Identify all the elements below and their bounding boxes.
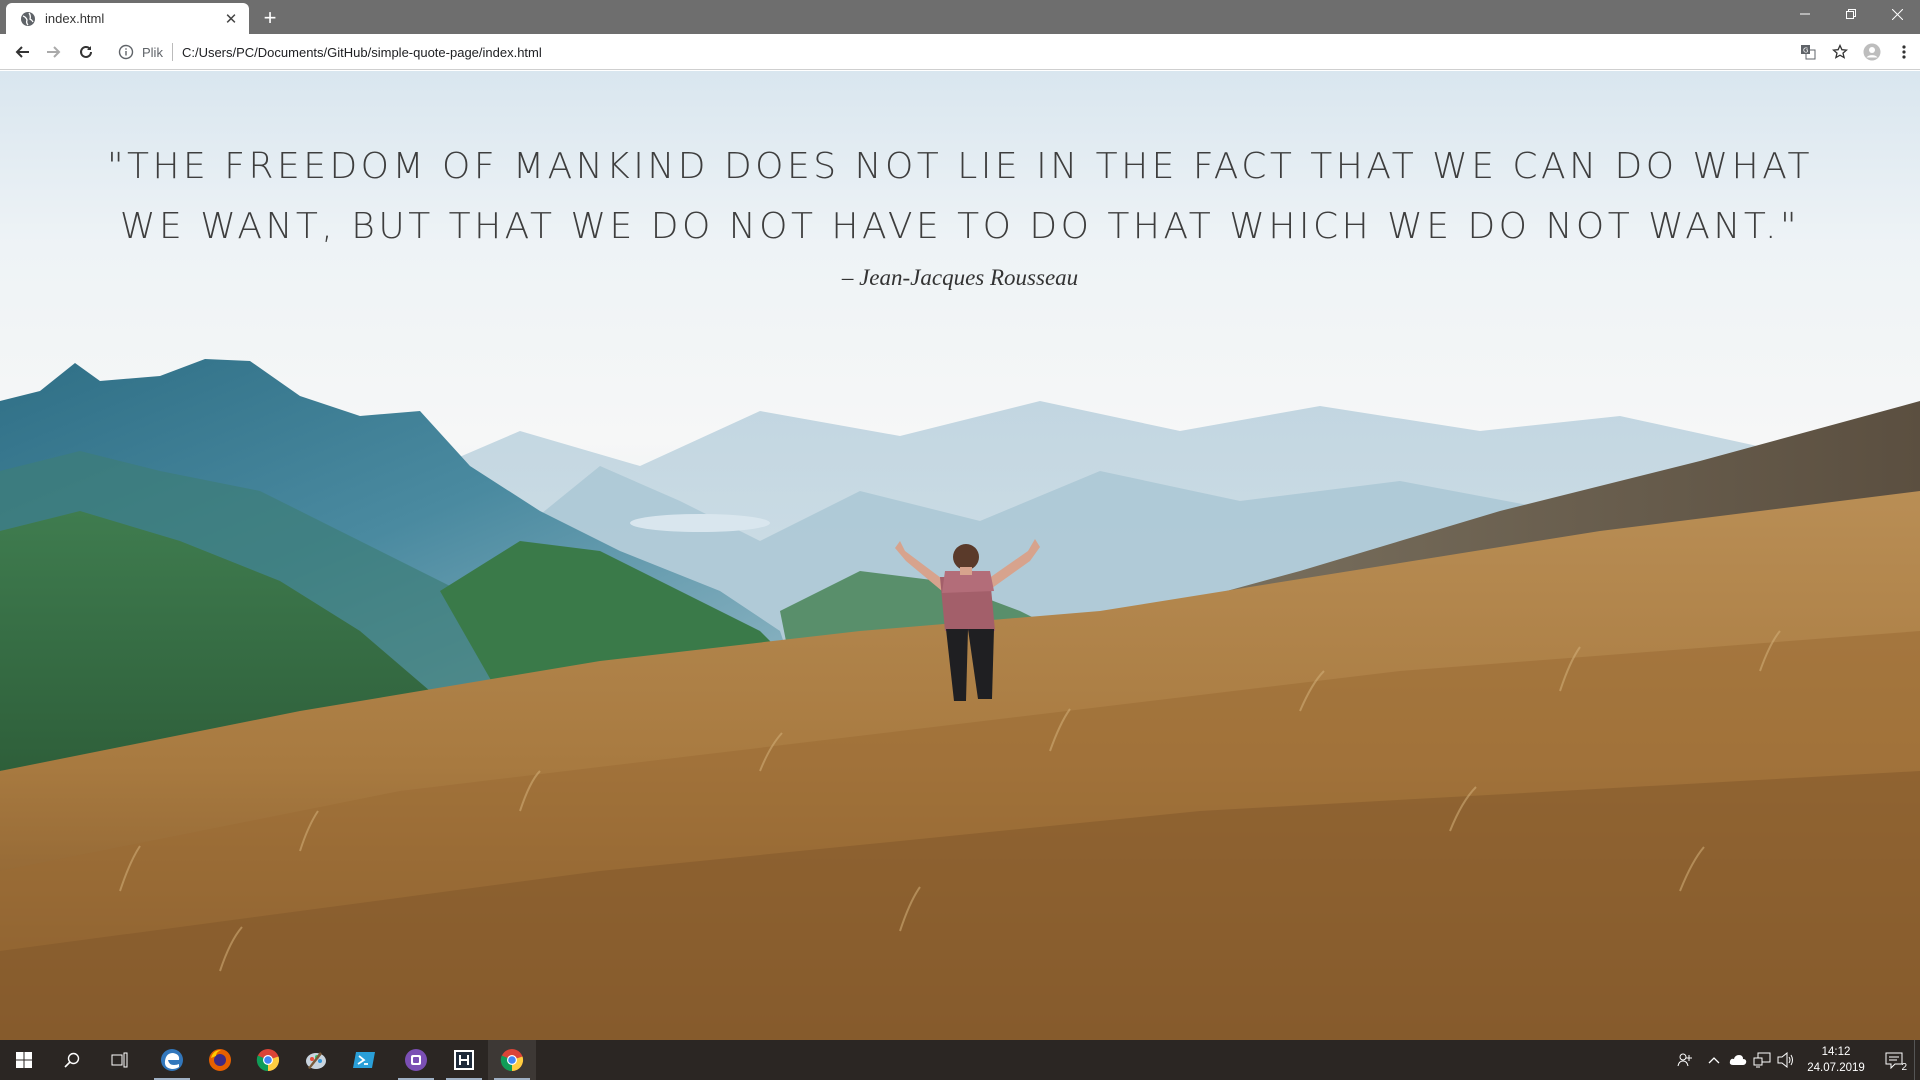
volume-button[interactable] — [1774, 1040, 1798, 1080]
people-icon — [1677, 1053, 1692, 1067]
cloud-icon — [1729, 1055, 1747, 1065]
globe-icon — [21, 11, 35, 26]
show-desktop-button[interactable] — [1914, 1040, 1920, 1080]
network-button[interactable] — [1750, 1040, 1774, 1080]
task-view-icon — [111, 1052, 128, 1068]
restore-icon — [1846, 9, 1856, 19]
tab-strip: index.html ✕ + — [0, 0, 1920, 34]
taskbar-app-edge[interactable] — [148, 1040, 196, 1080]
svg-text:G: G — [1803, 47, 1808, 55]
forward-arrow-icon — [47, 46, 61, 58]
search-button[interactable] — [48, 1040, 96, 1080]
clock-time: 14:12 — [1821, 1046, 1851, 1058]
chrome-icon — [256, 1049, 280, 1072]
speaker-icon — [1777, 1052, 1793, 1068]
avatar-icon — [1863, 43, 1881, 61]
back-arrow-icon — [15, 46, 29, 58]
close-icon — [1891, 8, 1903, 20]
taskbar-app-firefox[interactable] — [196, 1040, 244, 1080]
back-button[interactable] — [10, 40, 34, 64]
menu-button[interactable] — [1888, 40, 1920, 64]
profile-button[interactable] — [1856, 40, 1888, 64]
taskbar-app-visual-studio[interactable] — [392, 1040, 440, 1080]
address-bar[interactable]: Plik C:/Users/PC/Documents/GitHub/simple… — [108, 38, 1808, 66]
taskbar-app-chrome[interactable] — [244, 1040, 292, 1080]
minimize-button[interactable] — [1782, 0, 1828, 28]
edge-icon — [161, 1049, 183, 1071]
star-icon — [1832, 44, 1848, 59]
show-hidden-icons-button[interactable] — [1702, 1040, 1726, 1080]
notification-badge: 2 — [1901, 1062, 1907, 1073]
windows-logo-icon — [16, 1052, 32, 1068]
scheme-label: Plik — [142, 44, 163, 60]
address-separator — [171, 43, 173, 61]
chrome-icon — [500, 1049, 524, 1072]
paint-icon — [306, 1052, 326, 1069]
taskbar-app-unity[interactable] — [440, 1040, 488, 1080]
clock-date: 24.07.2019 — [1807, 1062, 1865, 1074]
browser-toolbar: Plik C:/Users/PC/Documents/GitHub/simple… — [0, 34, 1920, 70]
taskbar-app-chrome-active[interactable] — [488, 1040, 536, 1080]
onedrive-button[interactable] — [1726, 1040, 1750, 1080]
system-clock[interactable]: 14:12 24.07.2019 — [1798, 1044, 1874, 1076]
notification-icon — [1885, 1052, 1903, 1069]
people-button[interactable] — [1668, 1040, 1702, 1080]
system-tray: 14:12 24.07.2019 2 — [1668, 1040, 1920, 1080]
more-vertical-icon — [1902, 45, 1906, 59]
search-icon — [64, 1052, 80, 1068]
info-icon[interactable] — [118, 44, 134, 60]
network-icon — [1753, 1052, 1771, 1068]
reload-button[interactable] — [74, 40, 98, 64]
minimize-icon — [1800, 13, 1810, 15]
action-center-button[interactable]: 2 — [1874, 1040, 1914, 1080]
taskbar: 14:12 24.07.2019 2 — [0, 1040, 1920, 1080]
start-button[interactable] — [0, 1040, 48, 1080]
quote-author: – Jean-Jacques Rousseau — [841, 265, 1079, 290]
tab-title: index.html — [45, 11, 105, 26]
restore-button[interactable] — [1828, 0, 1874, 28]
toolbar-right-icons: G — [1792, 40, 1920, 64]
powershell-icon — [353, 1052, 375, 1068]
forward-button[interactable] — [42, 40, 66, 64]
translate-button[interactable]: G — [1792, 40, 1824, 64]
page-viewport: "The freedom of mankind does not lie in … — [0, 71, 1920, 1040]
chevron-up-icon — [1708, 1057, 1720, 1064]
browser-tab[interactable]: index.html ✕ — [6, 3, 249, 34]
close-window-button[interactable] — [1874, 0, 1920, 28]
taskbar-app-paint[interactable] — [292, 1040, 340, 1080]
bookmark-button[interactable] — [1824, 40, 1856, 64]
close-tab-icon[interactable]: ✕ — [223, 11, 239, 28]
taskbar-app-powershell[interactable] — [340, 1040, 388, 1080]
new-tab-button[interactable]: + — [258, 6, 282, 30]
firefox-icon — [209, 1049, 231, 1071]
reload-icon — [80, 45, 92, 58]
translate-icon: G — [1801, 45, 1816, 60]
quote-text: "The freedom of mankind does not lie in … — [106, 146, 1814, 247]
unity-icon — [454, 1050, 474, 1070]
quote-container: "The freedom of mankind does not lie in … — [0, 137, 1920, 291]
task-view-button[interactable] — [96, 1040, 144, 1080]
window-controls — [1782, 0, 1920, 28]
url-text[interactable]: C:/Users/PC/Documents/GitHub/simple-quot… — [182, 45, 542, 60]
visual-studio-icon — [405, 1049, 427, 1071]
